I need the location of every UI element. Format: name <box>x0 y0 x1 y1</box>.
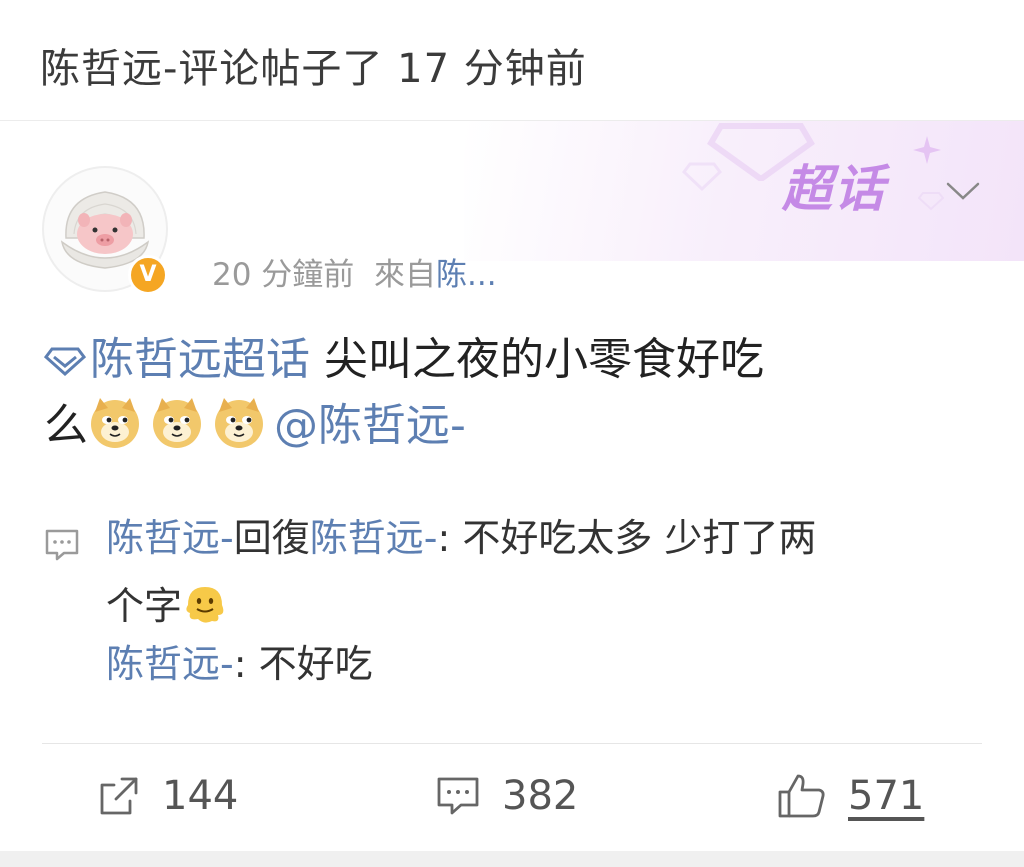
share-icon <box>100 777 138 815</box>
comment-text: 不好吃太多 少打了两 <box>450 516 817 560</box>
header-title: 陈哲远-评论帖子了 17 分钟前 <box>40 46 587 92</box>
comment-count: 382 <box>502 773 579 819</box>
melting-face-emoji-icon <box>186 587 224 623</box>
comment-button[interactable]: 382 <box>434 771 578 821</box>
tiny-diamond-decoration-icon <box>918 192 944 211</box>
topic-tag-label: 陈哲远超话 <box>90 334 310 385</box>
post-content[interactable]: 陈哲远超话 尖叫之夜的小零食好吃么 @陈哲远- <box>44 327 964 459</box>
post-text-line2: 么 <box>44 400 88 451</box>
doge-emoji-icon <box>153 398 201 448</box>
comment-line: 个字 <box>106 581 228 631</box>
post-text-line1: 尖叫之夜的小零食好吃 <box>310 334 764 385</box>
mention-link[interactable]: @陈哲远- <box>274 400 466 451</box>
comment-text-cont: 个字 <box>106 584 183 628</box>
sparkle-icon <box>913 136 941 164</box>
chevron-down-icon[interactable] <box>944 177 982 205</box>
diamond-icon <box>44 347 86 376</box>
reply-to-user[interactable]: 陈哲远- <box>310 516 438 560</box>
comment-colon: : <box>233 642 247 686</box>
verified-badge: V <box>128 255 168 295</box>
doge-emoji-icon <box>91 398 139 448</box>
post-meta: 20 分鐘前 來自陈... <box>212 249 497 294</box>
supertopic-logo[interactable]: 超话 <box>782 149 886 221</box>
share-count: 144 <box>162 773 239 819</box>
share-button[interactable]: 144 <box>96 771 238 821</box>
header-bar: 陈哲远-评论帖子了 17 分钟前 <box>0 0 1024 121</box>
comment-line: 陈哲远-回復陈哲远-: 不好吃太多 少打了两 <box>106 513 816 563</box>
source-prefix: 來自 <box>374 257 437 293</box>
post-time: 20 分鐘前 <box>212 257 355 293</box>
action-bar: 144 382 571 <box>0 761 1024 831</box>
comment-icon <box>437 777 479 815</box>
reply-word: 回復 <box>233 516 310 560</box>
divider <box>42 743 982 744</box>
comment-author[interactable]: 陈哲远- <box>106 642 234 686</box>
like-count: 571 <box>848 773 925 819</box>
bottom-separator <box>0 851 1024 867</box>
doge-emoji-icon <box>215 398 263 448</box>
thumbs-up-icon <box>778 774 825 818</box>
like-button[interactable]: 571 <box>776 771 924 821</box>
small-diamond-decoration-icon <box>682 162 722 191</box>
comment-text: 不好吃 <box>246 642 373 686</box>
source-link[interactable]: 陈... <box>436 257 497 293</box>
comment-line: 陈哲远-: 不好吃 <box>106 639 373 689</box>
comment-colon: : <box>437 516 451 560</box>
topic-tag[interactable]: 陈哲远超话 <box>44 334 310 385</box>
comment-author[interactable]: 陈哲远- <box>106 516 234 560</box>
comment-bubble-icon <box>45 529 79 561</box>
post-card[interactable]: 超话 V 20 分鐘前 來自陈... 陈哲远超话 尖叫之夜的小零食好吃么 @陈哲远… <box>0 121 1024 851</box>
